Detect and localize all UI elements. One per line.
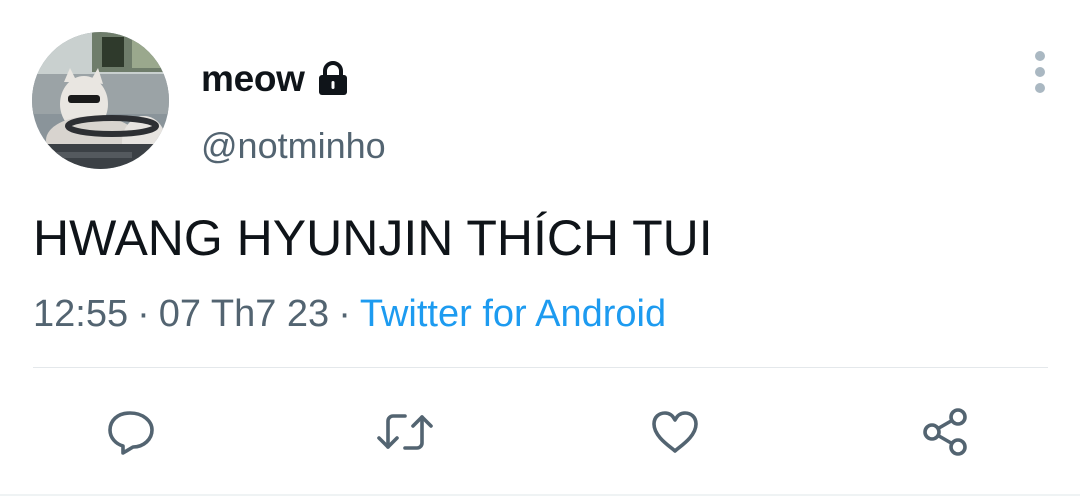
tweet-source-link[interactable]: Twitter for Android: [360, 293, 666, 335]
reply-icon: [108, 411, 154, 455]
display-name: meow: [201, 58, 305, 99]
tweet-actions: [0, 400, 1080, 464]
avatar[interactable]: [32, 32, 169, 169]
retweet-button[interactable]: [373, 400, 437, 464]
lock-icon: [315, 61, 351, 97]
divider: [33, 367, 1048, 368]
tweet-time: 12:55: [33, 293, 129, 335]
author-name-row[interactable]: meow: [201, 56, 351, 102]
share-icon: [923, 408, 967, 456]
more-vertical-icon: [1035, 51, 1045, 93]
tweet-meta: 12:55 · 07 Th7 23 · Twitter for Android: [33, 291, 666, 337]
more-options-button[interactable]: [1022, 48, 1058, 96]
like-button[interactable]: [643, 400, 707, 464]
tweet-date: 07 Th7 23: [158, 293, 330, 335]
retweet-icon: [377, 414, 433, 450]
like-icon: [652, 411, 698, 453]
share-button[interactable]: [913, 400, 977, 464]
meta-separator: ·: [338, 293, 351, 335]
meta-separator: ·: [137, 293, 150, 335]
author-handle[interactable]: @notminho: [201, 124, 386, 168]
reply-button[interactable]: [99, 400, 163, 464]
tweet-card: meow @notminho HWANG HYUNJIN THÍCH TUI 1…: [0, 0, 1080, 496]
cat-driving-avatar-image: [32, 32, 169, 169]
tweet-text: HWANG HYUNJIN THÍCH TUI: [33, 210, 713, 266]
